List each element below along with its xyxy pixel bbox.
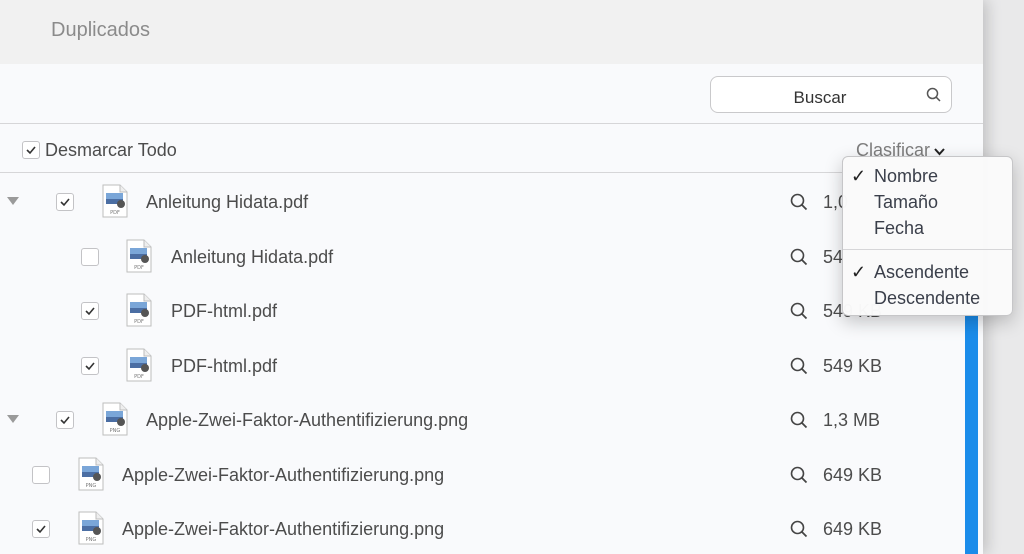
checkmark-icon: [85, 307, 95, 316]
checkmark-icon: [60, 198, 70, 207]
checkmark-icon: [36, 525, 46, 534]
divider: [0, 172, 983, 173]
file-name: PDF-html.pdf: [171, 356, 278, 376]
group-row[interactable]: PDF Anleitung Hidata.pdf 1,0: [0, 175, 983, 229]
file-row[interactable]: PDF PDF-html.pdf 549 KB: [0, 339, 983, 393]
sort-menu-item-descending[interactable]: Descendente: [843, 285, 1012, 311]
duplicates-window: Duplicados Buscar Desmarcar Todo Clasifi…: [0, 0, 983, 554]
unmark-all-checkbox[interactable]: [22, 141, 40, 159]
sort-menu-item-label: Descendente: [874, 288, 981, 308]
svg-text:PNG: PNG: [86, 537, 97, 543]
search-placeholder: Buscar: [793, 88, 847, 107]
png-file-icon: PNG: [102, 402, 128, 436]
file-size: 54: [823, 247, 844, 267]
file-row[interactable]: PNG Apple-Zwei-Faktor-Authentifizierung.p…: [0, 502, 983, 554]
file-name: Anleitung Hidata.pdf: [146, 192, 309, 212]
checkmark-icon: ✓: [851, 262, 867, 282]
row-checkbox[interactable]: [81, 248, 99, 266]
checkmark-icon: [60, 416, 70, 425]
row-checkbox[interactable]: [81, 357, 99, 375]
svg-text:PNG: PNG: [86, 483, 97, 489]
svg-text:PDF: PDF: [134, 319, 144, 325]
file-name: Anleitung Hidata.pdf: [171, 247, 334, 267]
row-checkbox[interactable]: [81, 302, 99, 320]
checkmark-icon: [85, 362, 95, 371]
png-file-icon: PNG: [78, 511, 104, 545]
scrollbar[interactable]: [965, 314, 978, 554]
window-title: Duplicados: [51, 19, 150, 41]
sort-menu-item-label: Fecha: [874, 218, 925, 238]
search-icon: [926, 87, 941, 102]
checkmark-icon: ✓: [851, 166, 867, 186]
sort-menu-item-size[interactable]: Tamaño: [843, 189, 1012, 215]
file-size: 649 KB: [823, 519, 883, 539]
unmark-all-label[interactable]: Desmarcar Todo: [45, 140, 177, 161]
file-row[interactable]: PDFPDF-html.pdf549 KB: [0, 284, 983, 338]
preview-magnifier-icon[interactable]: [790, 357, 808, 375]
file-row[interactable]: PDF Anleitung Hidata.pdf 54: [0, 230, 983, 284]
row-checkbox[interactable]: [32, 520, 50, 538]
svg-text:PDF: PDF: [134, 265, 144, 271]
preview-magnifier-icon[interactable]: [790, 411, 808, 429]
disclosure-triangle-icon[interactable]: [7, 197, 19, 205]
file-size: 649 KB: [823, 465, 883, 485]
sort-menu-item-date[interactable]: Fecha: [843, 215, 1012, 241]
file-size: 549 KB: [823, 356, 883, 376]
preview-magnifier-icon[interactable]: [790, 302, 808, 320]
pdf-file-icon: PDF: [126, 348, 152, 382]
preview-magnifier-icon[interactable]: [790, 193, 808, 211]
row-checkbox[interactable]: [56, 193, 74, 211]
search-input[interactable]: Buscar: [710, 76, 952, 113]
pdf-file-icon: PDF: [102, 184, 128, 218]
file-name: Apple-Zwei-Faktor-Authentifizierung.png: [122, 519, 445, 539]
sort-menu-item-label: Tamaño: [874, 192, 939, 212]
svg-text:PDF: PDF: [110, 210, 120, 216]
menu-separator: [843, 249, 1012, 250]
sort-menu-item-name[interactable]: ✓ Nombre: [843, 163, 1012, 189]
preview-magnifier-icon[interactable]: [790, 466, 808, 484]
sort-menu: ✓ Nombre Tamaño Fecha ✓ Ascendente Desce…: [842, 156, 1013, 316]
title-bar: Duplicados: [0, 0, 983, 64]
file-name: Apple-Zwei-Faktor-Authentifizierung.png: [146, 410, 469, 430]
checkmark-icon: [26, 146, 36, 155]
divider: [0, 123, 983, 124]
pdf-file-icon: PDF: [126, 239, 152, 273]
png-file-icon: PNG: [78, 457, 104, 491]
preview-magnifier-icon[interactable]: [790, 520, 808, 538]
preview-magnifier-icon[interactable]: [790, 248, 808, 266]
svg-text:PNG: PNG: [110, 428, 121, 434]
file-size: 1,3 MB: [823, 410, 881, 430]
file-name: Apple-Zwei-Faktor-Authentifizierung.png: [122, 465, 445, 485]
file-row[interactable]: PNG Apple-Zwei-Faktor-Authentifizierung.p…: [0, 448, 983, 502]
sort-menu-item-label: Ascendente: [874, 262, 970, 282]
row-checkbox[interactable]: [56, 411, 74, 429]
row-checkbox[interactable]: [32, 466, 50, 484]
sort-menu-item-label: Nombre: [874, 166, 939, 186]
disclosure-triangle-icon[interactable]: [7, 415, 19, 423]
sort-menu-item-ascending[interactable]: ✓ Ascendente: [843, 259, 1012, 285]
pdf-file-icon: PDF: [126, 293, 152, 327]
svg-text:PDF: PDF: [134, 374, 144, 380]
group-row[interactable]: PNG Apple-Zwei-Faktor-Authentifizierung.p…: [0, 393, 983, 447]
file-name: PDF-html.pdf: [171, 301, 278, 321]
